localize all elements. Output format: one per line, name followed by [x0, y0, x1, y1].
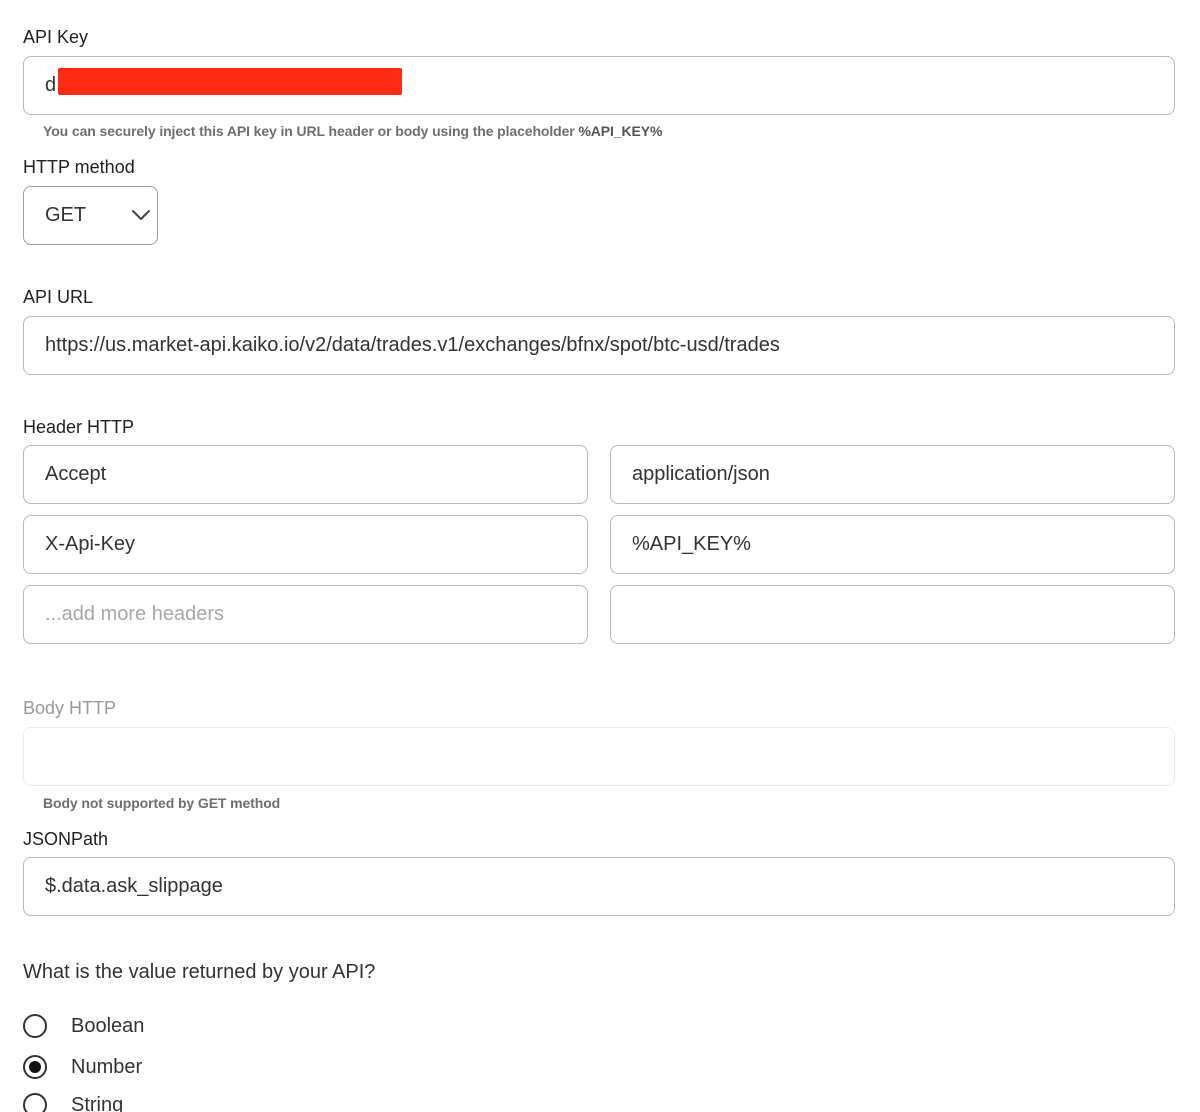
radio-option-boolean[interactable]: Boolean [23, 1014, 144, 1038]
header-value-value: %API_KEY% [632, 533, 751, 555]
add-header-placeholder: ...add more headers [45, 603, 224, 625]
http-method-select[interactable]: GET [23, 186, 158, 245]
api-url-input[interactable]: https://us.market-api.kaiko.io/v2/data/t… [23, 316, 1175, 375]
api-url-value: https://us.market-api.kaiko.io/v2/data/t… [45, 334, 780, 356]
header-key-input[interactable]: Accept [23, 445, 588, 504]
api-config-form: API Key d You can securely inject this A… [0, 0, 1200, 1112]
radio-button-checked[interactable] [23, 1055, 47, 1079]
add-header-value-input[interactable] [610, 585, 1175, 644]
api-key-hint: You can securely inject this API key in … [43, 123, 662, 139]
jsonpath-label: JSONPath [23, 829, 109, 849]
header-key-value: Accept [45, 463, 107, 485]
header-value-input[interactable]: %API_KEY% [610, 515, 1175, 574]
http-method-label: HTTP method [23, 157, 135, 177]
http-method-value: GET [45, 204, 87, 226]
body-hint: Body not supported by GET method [43, 795, 281, 811]
jsonpath-input[interactable]: $.data.ask_slippage [23, 857, 1175, 916]
jsonpath-value: $.data.ask_slippage [45, 875, 223, 897]
chevron-down-icon [132, 210, 150, 220]
redaction-mark [58, 68, 402, 95]
return-type-question: What is the value returned by your API? [23, 961, 376, 983]
api-key-hint-text: You can securely inject this API key in … [43, 123, 579, 139]
api-key-hint-placeholder: %API_KEY% [578, 123, 663, 139]
header-value-value: application/json [632, 463, 770, 485]
api-key-label: API Key [23, 27, 89, 47]
radio-option-number[interactable]: Number [23, 1055, 142, 1079]
api-key-value: d [45, 74, 57, 96]
body-http-input [23, 727, 1175, 786]
add-header-key-input[interactable]: ...add more headers [23, 585, 588, 644]
radio-option-string[interactable]: String [23, 1093, 123, 1112]
api-url-label: API URL [23, 287, 94, 307]
header-value-input[interactable]: application/json [610, 445, 1175, 504]
header-http-label: Header HTTP [23, 417, 135, 437]
radio-label: Boolean [71, 1014, 145, 1037]
radio-button[interactable] [23, 1014, 47, 1038]
body-http-label: Body HTTP [23, 698, 117, 718]
header-key-input[interactable]: X-Api-Key [23, 515, 588, 574]
radio-label: Number [71, 1055, 143, 1078]
radio-button[interactable] [23, 1093, 47, 1112]
radio-label: String [71, 1093, 124, 1112]
header-key-value: X-Api-Key [45, 533, 136, 555]
